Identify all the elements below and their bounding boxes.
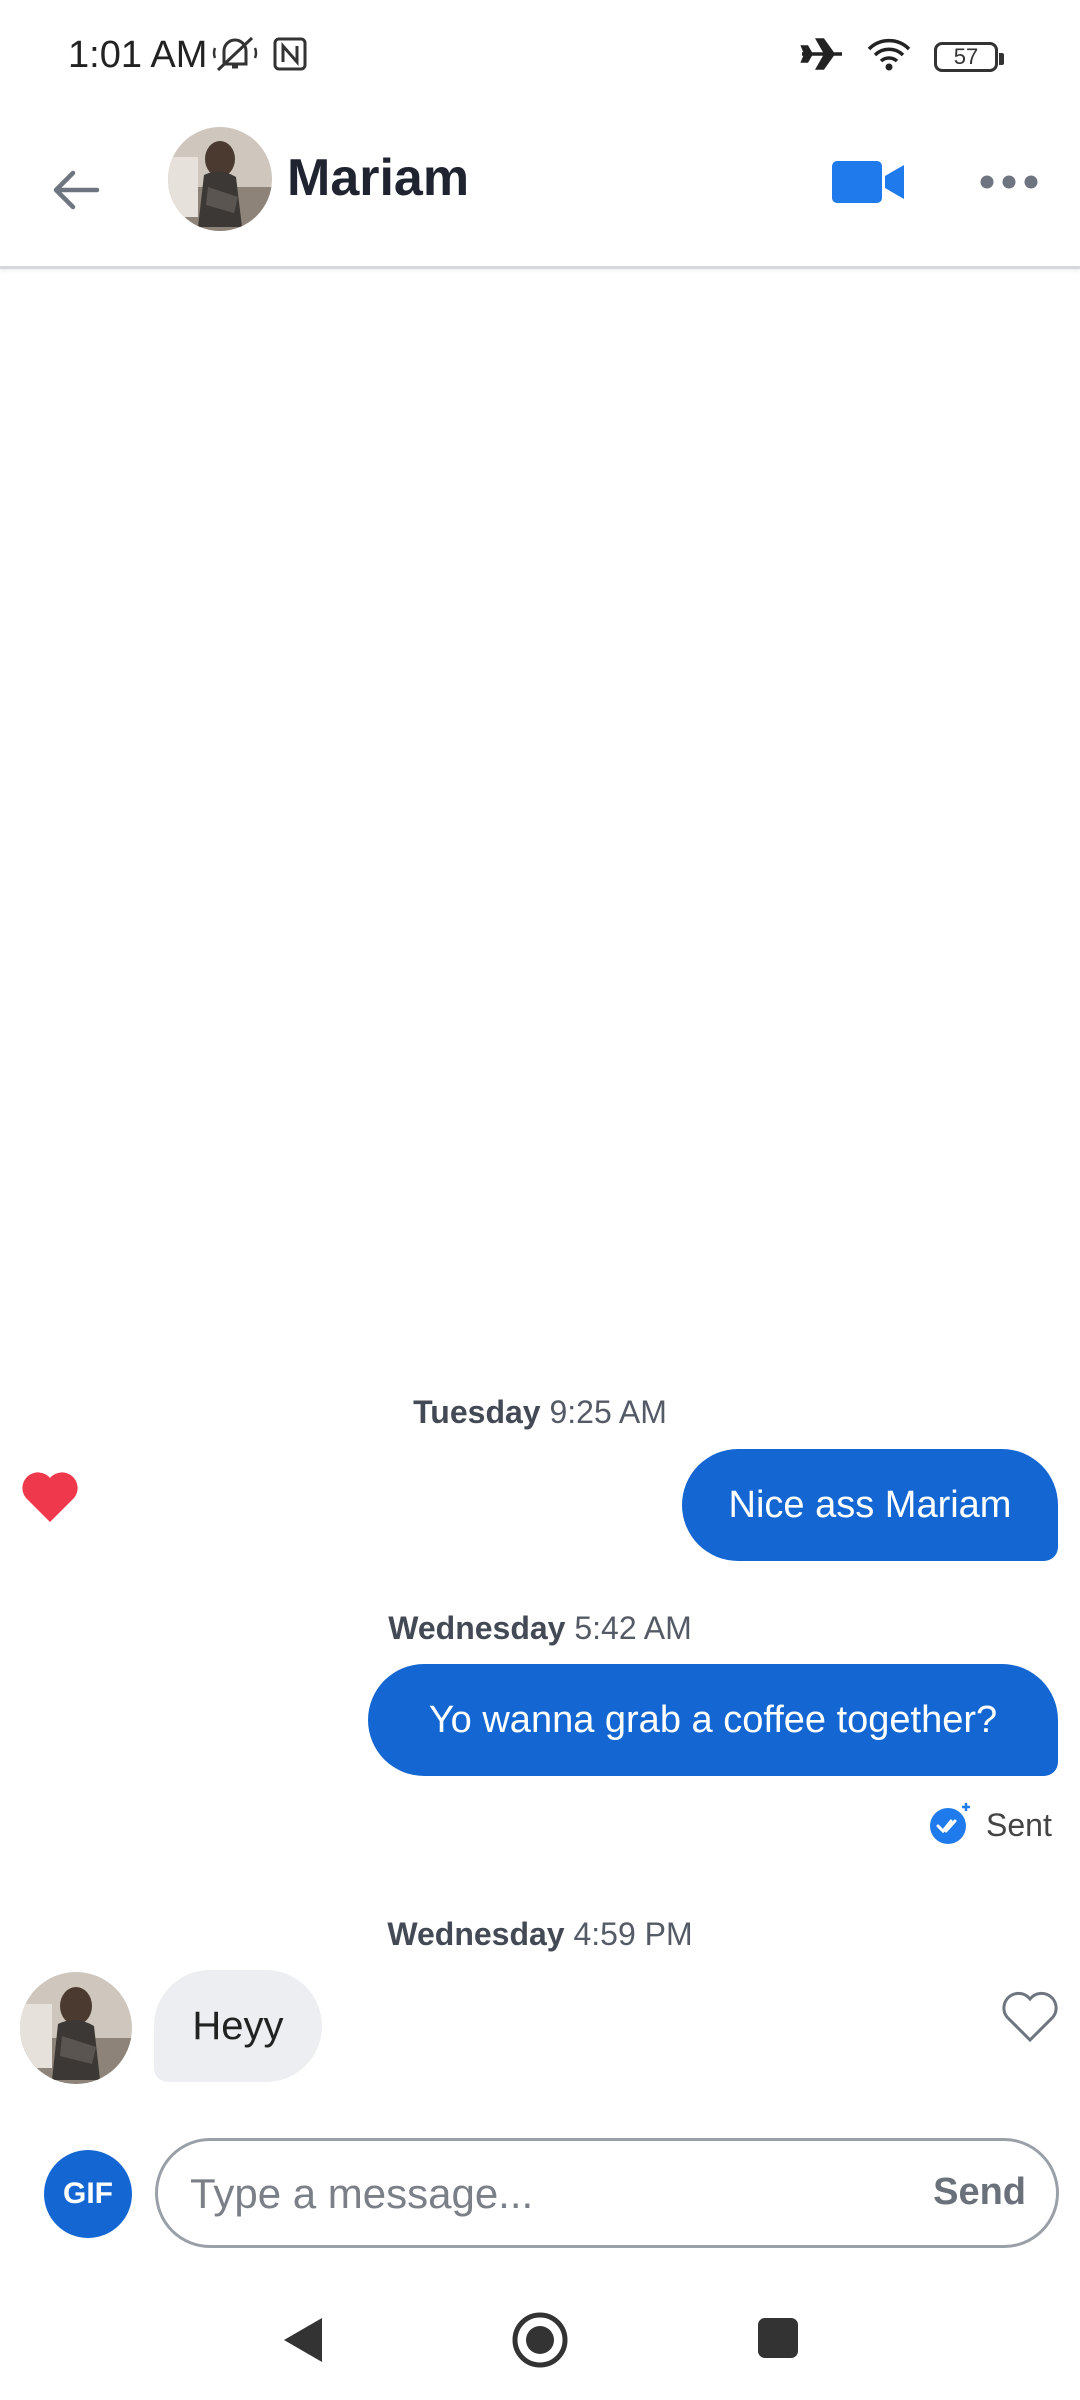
outgoing-message[interactable]: Yo wanna grab a coffee together? [368, 1664, 1058, 1776]
timestamp-day: Wednesday [387, 1916, 565, 1952]
sender-avatar[interactable] [20, 1972, 132, 2084]
message-timestamp: Tuesday 9:25 AM [0, 1394, 1080, 1431]
message-text: Nice ass Mariam [728, 1483, 1012, 1526]
video-call-icon [830, 159, 906, 210]
timestamp-time: 9:25 AM [549, 1394, 667, 1430]
message-status: Sent [926, 1800, 1052, 1851]
system-nav-bar [0, 2280, 1080, 2400]
sent-label: Sent [986, 1807, 1052, 1843]
timestamp-time: 5:42 AM [574, 1610, 692, 1646]
status-time: 1:01 AM [68, 34, 208, 76]
timestamp-day: Wednesday [388, 1610, 566, 1646]
airplane-icon [800, 34, 844, 79]
message-timestamp: Wednesday 5:42 AM [0, 1610, 1080, 1647]
sent-check-icon [926, 1800, 972, 1851]
back-arrow-icon [51, 168, 101, 217]
contact-avatar[interactable] [168, 127, 272, 231]
nav-home-icon[interactable] [510, 2310, 570, 2375]
battery-level: 57 [953, 43, 979, 69]
status-bar: 1:01 AM 57 [0, 0, 1080, 110]
heart-filled-icon[interactable] [20, 1468, 80, 1528]
message-text: Yo wanna grab a coffee together? [428, 1698, 998, 1741]
more-options-button[interactable] [972, 154, 1046, 214]
message-input[interactable] [188, 2141, 832, 2247]
wifi-icon [866, 35, 912, 78]
message-timestamp: Wednesday 4:59 PM [0, 1916, 1080, 1953]
message-composer: Send [155, 2138, 1059, 2248]
incoming-message[interactable]: Heyy [154, 1970, 322, 2082]
chat-header: Mariam [0, 110, 1080, 269]
nav-back-icon[interactable] [280, 2315, 326, 2370]
nav-recent-apps-icon[interactable] [756, 2316, 800, 2365]
message-text: Heyy [192, 2003, 284, 2048]
send-button[interactable]: Send [933, 2171, 1026, 2214]
gif-button[interactable]: GIF [44, 2150, 132, 2238]
more-options-icon [979, 174, 1039, 195]
mute-vibrate-icon [212, 34, 258, 79]
timestamp-time: 4:59 PM [573, 1916, 693, 1952]
contact-name[interactable]: Mariam [287, 148, 469, 208]
outgoing-message[interactable]: Nice ass Mariam [682, 1449, 1058, 1561]
timestamp-day: Tuesday [413, 1394, 541, 1430]
back-button[interactable] [40, 156, 112, 228]
heart-outline-icon[interactable] [1000, 1990, 1060, 2044]
battery-icon: 57 [934, 41, 1004, 72]
nfc-icon [272, 36, 308, 77]
video-call-button[interactable] [828, 154, 908, 214]
